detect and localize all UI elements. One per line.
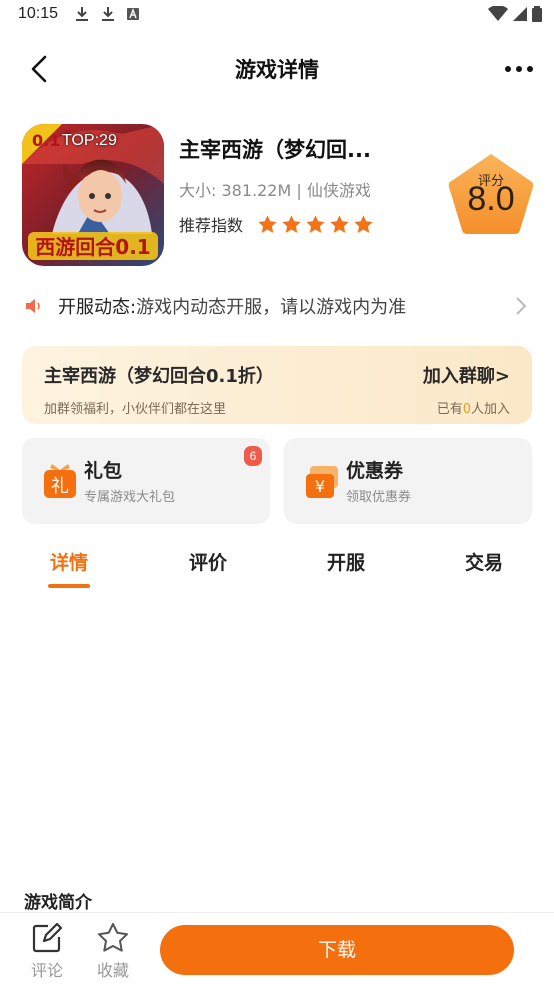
status-system-icons bbox=[488, 6, 542, 22]
download-icon bbox=[76, 7, 88, 21]
gift-pack-card[interactable]: 礼 礼包 专属游戏大礼包 6 bbox=[22, 438, 270, 524]
star-icon bbox=[258, 214, 277, 233]
score-badge: 评分 8.0 bbox=[444, 150, 538, 240]
active-tab-indicator bbox=[48, 584, 90, 588]
recommend-label: 推荐指数 bbox=[179, 216, 244, 235]
gift-subtitle: 专属游戏大礼包 bbox=[84, 490, 176, 505]
group-member-count: 已有0人加入 bbox=[437, 398, 510, 417]
group-name: 主宰西游（梦幻回合0.1折） bbox=[44, 366, 274, 387]
tab-details[interactable]: 详情 bbox=[29, 548, 109, 575]
tab-trade[interactable]: 交易 bbox=[444, 548, 524, 575]
app-notification-icon bbox=[127, 8, 139, 20]
server-notice[interactable]: 开服动态: 游戏内动态开服，请以游戏内为准 bbox=[24, 290, 534, 322]
tab-reviews[interactable]: 评价 bbox=[168, 548, 248, 575]
favorite-label: 收藏 bbox=[96, 961, 129, 980]
speaker-icon bbox=[26, 299, 40, 313]
favorite-button[interactable]: 收藏 bbox=[88, 921, 138, 981]
coupon-icon: ¥ bbox=[306, 466, 338, 498]
coupon-card[interactable]: ¥ 优惠券 领取优惠券 bbox=[284, 438, 532, 524]
svg-text:0.1: 0.1 bbox=[32, 131, 60, 150]
game-name: 主宰西游（梦幻回... bbox=[179, 138, 371, 162]
gift-count-badge: 6 bbox=[244, 446, 262, 466]
group-chat-card[interactable]: 主宰西游（梦幻回合0.1折） 加群领福利，小伙伴们都在这里 加入群聊> 已有0人… bbox=[22, 346, 532, 424]
coupon-icon-char: ¥ bbox=[315, 477, 325, 496]
star-outline-icon bbox=[98, 923, 128, 952]
icon-logo-text: 西游回合0.1 bbox=[35, 235, 150, 259]
star-icon bbox=[330, 214, 349, 233]
coupon-subtitle: 领取优惠券 bbox=[346, 490, 412, 505]
recommend-rating: 推荐指数 bbox=[179, 212, 374, 236]
wifi-icon bbox=[488, 6, 508, 21]
more-dot bbox=[516, 66, 522, 72]
gift-icon-char: 礼 bbox=[51, 476, 69, 497]
notice-text: 游戏内动态开服，请以游戏内为准 bbox=[136, 297, 407, 318]
gift-title: 礼包 bbox=[84, 460, 123, 482]
count-value: 0 bbox=[462, 402, 471, 417]
nav-bar: 游戏详情 bbox=[0, 40, 554, 98]
status-notifications bbox=[74, 6, 140, 22]
status-time: 10:15 bbox=[18, 5, 59, 22]
star-icon bbox=[306, 214, 325, 233]
page-title: 游戏详情 bbox=[235, 58, 319, 82]
star-rating bbox=[257, 214, 374, 235]
gift-icon: 礼 bbox=[44, 464, 76, 498]
game-icon: 西游回合0.1 0.1 TOP:29 bbox=[22, 124, 164, 266]
coupon-title: 优惠券 bbox=[346, 460, 404, 482]
signal-icon bbox=[513, 7, 527, 21]
star-icon bbox=[354, 214, 373, 233]
group-subtitle: 加群领福利，小伙伴们都在这里 bbox=[44, 402, 227, 417]
download-button[interactable]: 下载 bbox=[160, 925, 514, 975]
edit-icon bbox=[32, 922, 63, 953]
download-icon bbox=[102, 7, 114, 21]
score-value: 8.0 bbox=[467, 180, 515, 218]
count-suffix: 人加入 bbox=[470, 402, 510, 417]
battery-icon bbox=[532, 6, 542, 22]
comment-label: 评论 bbox=[30, 961, 63, 980]
more-dot bbox=[505, 66, 511, 72]
chevron-right-icon bbox=[516, 297, 527, 315]
star-icon bbox=[282, 214, 301, 233]
tab-servers[interactable]: 开服 bbox=[306, 548, 386, 575]
status-bar: 10:15 bbox=[0, 0, 554, 30]
notice-title: 开服动态: bbox=[58, 297, 137, 318]
comment-button[interactable]: 评论 bbox=[22, 921, 72, 981]
detail-tabs: 详情 评价 开服 交易 bbox=[0, 540, 554, 592]
rank-badge: TOP:29 bbox=[62, 132, 117, 149]
count-prefix: 已有 bbox=[436, 402, 463, 417]
more-button[interactable] bbox=[502, 58, 536, 80]
bottom-action-bar: 评论 收藏 下载 bbox=[0, 912, 554, 984]
join-group-button[interactable]: 加入群聊> bbox=[423, 362, 510, 388]
more-dot bbox=[527, 66, 533, 72]
game-meta: 大小: 381.22M | 仙侠游戏 bbox=[179, 181, 371, 200]
game-intro-title: 游戏简介 bbox=[24, 893, 92, 913]
